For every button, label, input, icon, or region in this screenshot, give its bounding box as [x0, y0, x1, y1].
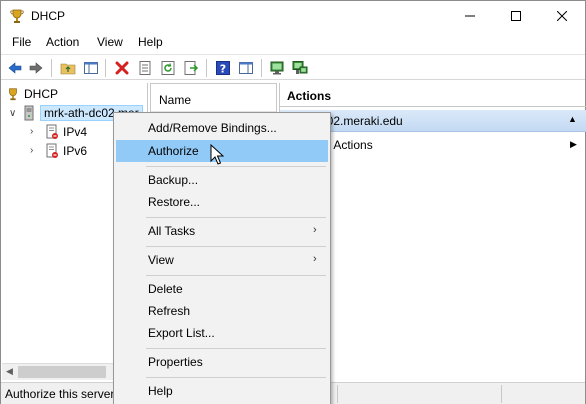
ctx-item-label: Refresh: [148, 304, 191, 318]
back-arrow-icon: [8, 62, 22, 74]
submenu-chevron-icon: ›: [313, 253, 317, 265]
mouse-pointer-icon: [210, 144, 225, 165]
server-icon: [24, 105, 34, 121]
menu-bar: File Action View Help: [1, 32, 585, 53]
monitor-network-icon: [292, 61, 308, 74]
menu-view[interactable]: View: [97, 35, 123, 49]
menu-file[interactable]: File: [12, 35, 31, 49]
submenu-chevron-icon: ›: [313, 224, 317, 236]
ipv6-scope-icon: [46, 143, 58, 158]
close-button[interactable]: [539, 1, 585, 31]
menu-action[interactable]: Action: [46, 35, 79, 49]
actions-header-label: Actions: [287, 89, 332, 103]
status-separator: [501, 385, 502, 403]
ctx-separator: [146, 166, 326, 167]
delete-button[interactable]: [112, 58, 132, 78]
refresh-icon: [161, 61, 175, 75]
ctx-delete[interactable]: Delete: [116, 278, 328, 300]
column-header-name[interactable]: Name: [151, 84, 276, 112]
ctx-separator: [146, 246, 326, 247]
dhcp-window: DHCP File Action View Help ? DHCP ∨ mrk-…: [0, 0, 586, 404]
help-button[interactable]: ?: [213, 58, 233, 78]
monitor-button[interactable]: [267, 58, 287, 78]
ctx-item-label: Backup...: [148, 173, 199, 187]
ctx-item-label: View: [148, 253, 174, 267]
properties-icon: [139, 61, 151, 75]
show-hide-console-tree-button[interactable]: [81, 58, 101, 78]
collapse-chevron-icon[interactable]: ∨: [9, 108, 16, 119]
ctx-item-label: Add/Remove Bindings...: [148, 121, 277, 135]
expand-chevron-icon[interactable]: ›: [30, 126, 33, 137]
ctx-properties[interactable]: Properties: [116, 351, 328, 373]
ctx-separator: [146, 377, 326, 378]
window-title: DHCP: [31, 9, 66, 23]
toolbar-separator: [51, 59, 52, 77]
properties-button[interactable]: [135, 58, 155, 78]
column-header-label: Name: [159, 93, 192, 107]
ctx-help[interactable]: Help: [116, 380, 328, 402]
minimize-button[interactable]: [447, 1, 493, 31]
ctx-item-label: Export List...: [148, 326, 215, 340]
show-hide-action-pane-button[interactable]: [236, 58, 256, 78]
ctx-restore[interactable]: Restore...: [116, 191, 328, 213]
forward-button[interactable]: [26, 58, 46, 78]
expand-chevron-icon[interactable]: ›: [30, 145, 33, 156]
tree-node-ipv6[interactable]: IPv6: [45, 142, 87, 160]
toolbar-separator: [105, 59, 106, 77]
submenu-arrow-icon: ▶: [570, 139, 577, 149]
toolbar-separator: [206, 59, 207, 77]
dhcp-trophy-icon: [10, 9, 24, 23]
status-separator: [337, 385, 338, 403]
show-hide-tree-icon: [84, 62, 98, 74]
collapse-up-icon[interactable]: ▲: [568, 114, 577, 124]
monitor-icon: [270, 61, 284, 75]
actions-header: Actions: [280, 83, 586, 107]
ctx-item-label: Delete: [148, 282, 183, 296]
show-hide-action-pane-icon: [239, 62, 253, 74]
ctx-item-label: Properties: [148, 355, 203, 369]
up-one-level-button[interactable]: [58, 58, 78, 78]
monitor-network-button[interactable]: [290, 58, 310, 78]
ipv4-scope-icon: [46, 124, 58, 139]
tree-node-label: DHCP: [24, 87, 59, 101]
ctx-view[interactable]: View ›: [116, 249, 328, 271]
scroll-left-icon[interactable]: ◀: [6, 366, 13, 377]
ctx-export-list[interactable]: Export List...: [116, 322, 328, 344]
toolbar-separator: [261, 59, 262, 77]
status-text: Authorize this server: [5, 387, 115, 401]
title-bar[interactable]: DHCP: [1, 1, 585, 31]
maximize-icon: [511, 11, 521, 21]
maximize-button[interactable]: [493, 1, 539, 31]
help-icon: ?: [216, 61, 230, 76]
scrollbar-thumb[interactable]: [18, 366, 106, 378]
minimize-icon: [465, 15, 475, 17]
menu-help[interactable]: Help: [138, 35, 163, 49]
ctx-add-remove-bindings[interactable]: Add/Remove Bindings...: [116, 117, 328, 139]
ctx-separator: [146, 217, 326, 218]
ctx-item-label: Restore...: [148, 195, 201, 209]
ctx-all-tasks[interactable]: All Tasks ›: [116, 220, 328, 242]
tree-node-ipv4[interactable]: IPv4: [45, 123, 87, 141]
refresh-button[interactable]: [158, 58, 178, 78]
svg-text:?: ?: [220, 63, 226, 76]
ctx-refresh[interactable]: Refresh: [116, 300, 328, 322]
export-list-icon: [184, 61, 199, 75]
ctx-item-label: Help: [148, 384, 173, 398]
delete-icon: [115, 61, 129, 75]
ctx-item-label: All Tasks: [148, 224, 196, 238]
close-icon: [557, 11, 567, 21]
ctx-separator: [146, 348, 326, 349]
ctx-separator: [146, 275, 326, 276]
export-list-button[interactable]: [181, 58, 201, 78]
toolbar: ?: [1, 54, 585, 80]
up-folder-icon: [60, 63, 76, 75]
ctx-backup[interactable]: Backup...: [116, 169, 328, 191]
tree-node-dhcp-root[interactable]: DHCP: [6, 85, 58, 103]
back-button[interactable]: [5, 58, 25, 78]
tree-node-label: IPv4: [63, 125, 88, 139]
tree-node-label: IPv6: [63, 144, 88, 158]
forward-arrow-icon: [29, 62, 43, 74]
dhcp-trophy-icon: [9, 88, 17, 101]
ctx-item-label: Authorize: [148, 144, 199, 158]
